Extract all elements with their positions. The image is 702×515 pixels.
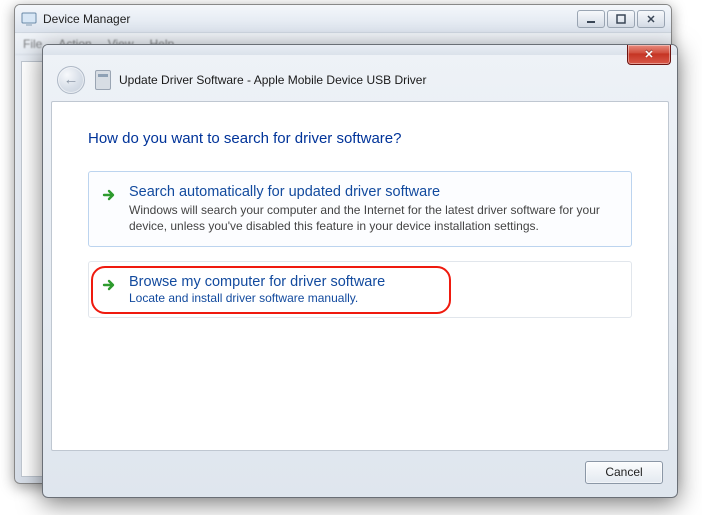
page-heading: How do you want to search for driver sof… <box>88 130 632 147</box>
update-driver-footer: Cancel <box>51 455 669 489</box>
device-manager-icon <box>21 11 37 27</box>
update-driver-body: How do you want to search for driver sof… <box>51 101 669 451</box>
update-driver-title: Update Driver Software - Apple Mobile De… <box>119 73 426 87</box>
device-icon <box>95 70 111 90</box>
close-icon: ✕ <box>644 48 653 61</box>
device-manager-title: Device Manager <box>43 12 575 26</box>
menu-item[interactable]: File <box>23 37 42 51</box>
option-title: Browse my computer for driver software <box>129 274 617 290</box>
back-button[interactable]: ← <box>57 66 85 94</box>
option-search-automatically[interactable]: Search automatically for updated driver … <box>88 171 632 247</box>
update-driver-window: ✕ ← Update Driver Software - Apple Mobil… <box>42 44 678 498</box>
device-manager-titlebar: Device Manager <box>15 5 671 33</box>
option-subtitle: Locate and install driver software manua… <box>129 291 617 305</box>
cancel-label: Cancel <box>605 465 642 479</box>
option-title: Search automatically for updated driver … <box>129 184 617 200</box>
option-browse-computer[interactable]: Browse my computer for driver software L… <box>88 261 632 318</box>
cancel-button[interactable]: Cancel <box>585 461 663 484</box>
option-description: Windows will search your computer and th… <box>129 202 617 234</box>
close-button[interactable] <box>637 10 665 28</box>
arrow-right-icon <box>101 276 119 294</box>
back-arrow-icon: ← <box>64 72 79 87</box>
minimize-button[interactable] <box>577 10 605 28</box>
update-driver-header: ← Update Driver Software - Apple Mobile … <box>51 61 669 99</box>
arrow-right-icon <box>101 186 119 204</box>
maximize-button[interactable] <box>607 10 635 28</box>
